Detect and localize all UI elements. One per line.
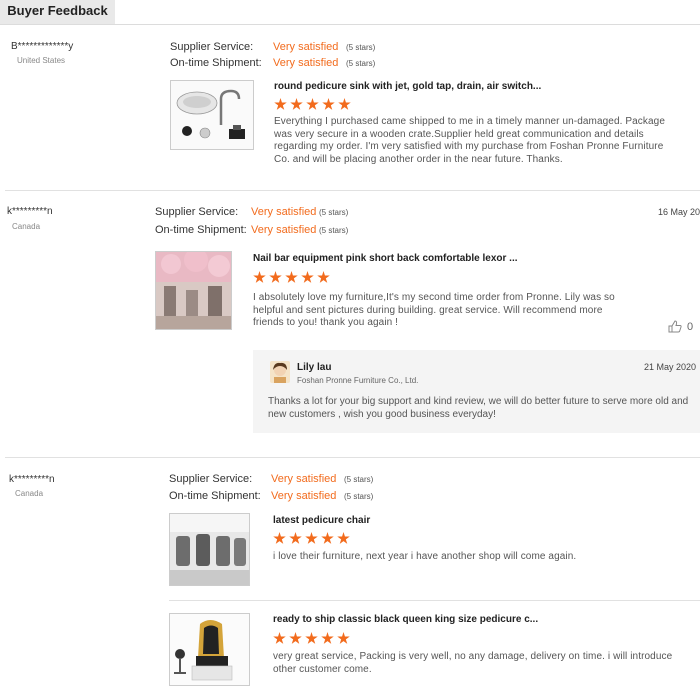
star-icon [274,98,287,110]
tab-buyer-feedback[interactable]: Buyer Feedback [0,0,115,24]
star-icon [273,632,286,644]
ontime-shipment-rating: Very satisfied [251,224,317,236]
star-icon [306,98,319,110]
product-thumbnail[interactable] [169,513,250,586]
star-icon [338,98,351,110]
product-thumbnail[interactable] [155,251,232,330]
star-icon [253,271,266,283]
product-title[interactable]: latest pedicure chair [273,515,370,526]
supplier-service-rating: Very satisfied [251,206,317,218]
product-divider [169,600,700,601]
buyer-country: Canada [15,489,44,498]
reply-author: Lily lau [297,362,332,373]
star-icon [285,271,298,283]
product-title[interactable]: round pedicure sink with jet, gold tap, … [274,81,541,92]
product-star-rating [273,532,350,545]
product-thumbnail[interactable] [170,80,254,150]
star-icon [337,532,350,544]
supplier-service-rating: Very satisfied [271,473,337,485]
product-star-rating [274,98,351,111]
helpful-button[interactable]: 0 [668,320,693,333]
star-icon [301,271,314,283]
reply-date: 21 May 2020 [644,362,697,372]
review-divider [5,190,700,191]
reply-company: Foshan Pronne Furniture Co., Ltd. [297,376,419,385]
ontime-shipment-rating: Very satisfied [271,490,337,502]
supplier-service-label: Supplier Service: [155,206,239,218]
star-icon [273,532,286,544]
avatar [270,361,290,383]
ontime-shipment-rating: Very satisfied [273,57,339,69]
buyer-country: United States [17,56,66,65]
supplier-service-stars: (5 stars) [344,475,374,484]
review-text: very great service, Packing is very well… [273,651,673,675]
pedicure-chair-image [170,514,249,585]
star-icon [321,532,334,544]
helpful-count: 0 [687,320,694,333]
supplier-service-stars: (5 stars) [319,208,349,217]
star-icon [269,271,282,283]
star-icon [321,632,334,644]
buyer-name: k*********n [9,474,55,485]
queen-pedicure-chair-image [170,614,249,685]
supplier-service-stars: (5 stars) [346,43,376,52]
product-star-rating [253,271,330,284]
supplier-service-label: Supplier Service: [170,41,254,53]
star-icon [322,98,335,110]
star-icon [289,632,302,644]
product-title[interactable]: Nail bar equipment pink short back comfo… [253,253,518,264]
pedicure-sink-image [171,81,253,149]
ontime-shipment-label: On-time Shipment: [170,57,262,69]
buyer-country: Canada [12,222,41,231]
star-icon [290,98,303,110]
star-icon [305,532,318,544]
buyer-name: k*********n [7,206,53,217]
product-title[interactable]: ready to ship classic black queen king s… [273,614,538,625]
ontime-shipment-label: On-time Shipment: [155,224,247,236]
product-thumbnail[interactable] [169,613,250,686]
supplier-service-rating: Very satisfied [273,41,339,53]
thumbs-up-icon [668,320,682,333]
star-icon [289,532,302,544]
ontime-shipment-stars: (5 stars) [319,226,349,235]
ontime-shipment-stars: (5 stars) [344,492,374,501]
ontime-shipment-label: On-time Shipment: [169,490,261,502]
review-text: i love their furniture, next year i have… [273,551,577,562]
product-star-rating [273,632,350,645]
tab-underline [0,24,700,25]
star-icon [337,632,350,644]
nail-bar-image [156,252,231,329]
star-icon [317,271,330,283]
star-icon [305,632,318,644]
buyer-name: B*************y [11,41,74,52]
ontime-shipment-stars: (5 stars) [346,59,376,68]
review-divider [5,457,700,458]
review-date: 16 May 20 [658,207,700,217]
review-text: Everything I purchased came shipped to m… [274,116,665,165]
reply-text: Thanks a lot for your big support and ki… [268,396,689,420]
supplier-service-label: Supplier Service: [169,473,253,485]
review-text: I absolutely love my furniture,It's my s… [253,292,615,328]
